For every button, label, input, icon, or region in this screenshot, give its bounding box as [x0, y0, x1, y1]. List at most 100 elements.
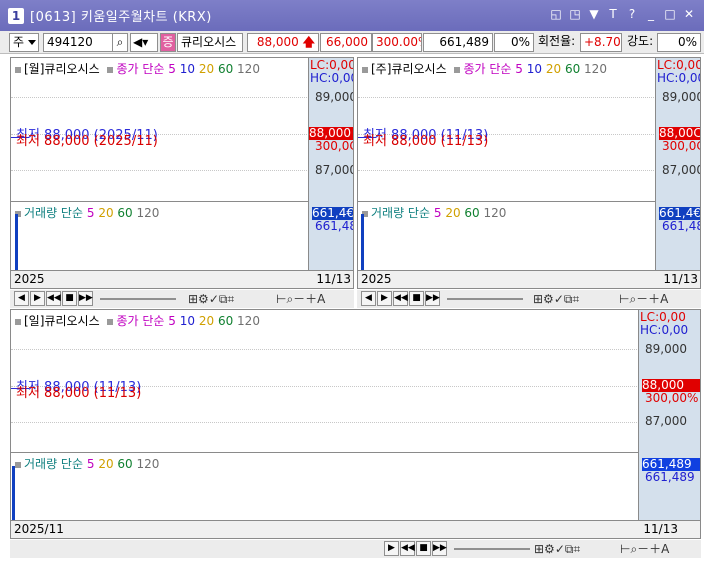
daily-volume-legend: 거래량 단순 5 20 60 120: [15, 455, 159, 472]
rewind-button[interactable]: ◀◀: [400, 541, 415, 556]
fast-forward-button[interactable]: ▶▶: [78, 291, 93, 306]
chart-tools-icon[interactable]: ⊞⚙✓⧉⌗: [534, 541, 580, 557]
vol-ma120: 120: [483, 206, 507, 220]
maximize-icon[interactable]: □: [663, 7, 677, 21]
stop-button[interactable]: ■: [416, 541, 431, 556]
monthly-chart-panel[interactable]: [월]큐리오시스 종가 단순 5 10 20 60 120 최저 88,000 …: [10, 57, 354, 289]
window-title: [0613] 키움일주월차트 (KRX): [30, 10, 212, 25]
ma20: 20: [545, 62, 562, 76]
zoom-tools-icon[interactable]: ⊢⌕－＋A: [619, 291, 668, 307]
low-price-annotation-shadow: 최저 88,000 (11/13): [16, 386, 142, 401]
stop-button[interactable]: ■: [62, 291, 77, 306]
scroll-left-button[interactable]: ◀: [14, 291, 29, 306]
close-icon[interactable]: ✕: [682, 7, 696, 21]
vol-ma5: 5: [86, 457, 95, 471]
legend-marker-icon: [15, 318, 21, 325]
vol-ma5: 5: [86, 206, 95, 220]
fast-forward-button[interactable]: ▶▶: [432, 541, 447, 556]
rewind-button[interactable]: ◀◀: [46, 291, 61, 306]
zoom-tools-icon[interactable]: ⊢⌕－＋A: [620, 541, 669, 557]
stock-code-input[interactable]: 494120: [43, 33, 113, 52]
volume-rate: 0%: [494, 33, 534, 52]
volume-tag-secondary: 661,489: [645, 470, 695, 484]
rate-tag: 300,00%: [645, 391, 699, 405]
strength-label: 강도:: [624, 33, 658, 52]
minimize-icon[interactable]: _: [644, 7, 658, 21]
monthly-volume-legend: 거래량 단순 5 20 60 120: [15, 204, 159, 221]
legend-marker-icon: [107, 318, 114, 325]
volume-label: 거래량 단순: [24, 206, 84, 220]
daily-chart-panel[interactable]: [일]큐리오시스 종가 단순 5 10 20 60 120 최저 88,000 …: [10, 309, 701, 539]
ma-label: 종가 단순: [116, 314, 165, 328]
current-price-value: 88,000: [256, 35, 299, 49]
play-button[interactable]: ▶: [384, 541, 399, 556]
toolbar: 주 494120 ⌕ ◀▾ 증 큐리오시스 88,000 🡅 66,000 30…: [0, 31, 704, 54]
play-button[interactable]: ▶: [377, 291, 392, 306]
grid-line: [358, 97, 654, 98]
ma120: 120: [237, 62, 260, 76]
volume-bar: [12, 466, 15, 520]
fast-forward-button[interactable]: ▶▶: [425, 291, 440, 306]
rate-tag: 300,0C: [315, 139, 354, 153]
price-axis: LC:0,00 HC:0,00 89,000 88,000 300,00% 87…: [638, 310, 700, 520]
rewind-button[interactable]: ◀◀: [393, 291, 408, 306]
up-arrow-icon: 🡅: [302, 35, 315, 49]
date-right: 11/13: [316, 272, 351, 286]
restore-window-icon[interactable]: ◱: [549, 7, 563, 21]
chart-tools-icon[interactable]: ⊞⚙✓⧉⌗: [188, 291, 234, 307]
vol-ma120: 120: [136, 206, 160, 220]
stop-button[interactable]: ■: [409, 291, 424, 306]
pane-divider: [11, 452, 639, 453]
period-select-value: 주: [13, 35, 25, 49]
grid-line: [358, 170, 654, 171]
pane-divider: [358, 201, 656, 202]
y-tick-high: 89,000: [645, 342, 687, 356]
font-icon[interactable]: T: [606, 7, 620, 21]
turnover-value: +8.70%: [580, 33, 622, 52]
grid-line: [11, 97, 307, 98]
vol-ma60: 60: [117, 457, 133, 471]
ma120: 120: [237, 314, 260, 328]
grid-line: [11, 349, 637, 350]
volume-bar: [361, 214, 364, 270]
ma5: 5: [168, 314, 176, 328]
hc-label: HC:0,00: [657, 71, 701, 85]
weekly-chart-panel[interactable]: [주]큐리오시스 종가 단순 5 10 20 60 120 최저 88,000 …: [357, 57, 701, 289]
play-button[interactable]: ▶: [30, 291, 45, 306]
date-left: 2025/11: [14, 522, 64, 536]
price-axis: LC:0,00 HC:0,00 89,000 88,000 300,0C 87,…: [308, 58, 354, 270]
volume-tag-secondary: 661,48C: [662, 219, 700, 233]
hc-label: HC:0,00: [640, 323, 689, 337]
chart-tools-icon[interactable]: ⊞⚙✓⧉⌗: [533, 291, 579, 307]
scroll-left-button[interactable]: ◀: [361, 291, 376, 306]
daily-navigation-bar: ▶ ◀◀ ■ ▶▶ ⊞⚙✓⧉⌗ ⊢⌕－＋A: [10, 540, 701, 558]
y-tick-low: 87,000: [662, 163, 701, 177]
period-select[interactable]: 주: [9, 33, 39, 52]
hc-label: HC:0,00: [310, 71, 354, 85]
daily-date-axis: 2025/11 11/13: [11, 520, 700, 538]
monthly-legend: [월]큐리오시스 종가 단순 5 10 20 60 120: [15, 60, 260, 77]
pin-icon[interactable]: ▼: [587, 7, 601, 21]
vol-ma60: 60: [117, 206, 133, 220]
help-icon[interactable]: ?: [625, 7, 639, 21]
ma-label: 종가 단순: [463, 62, 512, 76]
stock-name-field[interactable]: 큐리오시스: [177, 33, 243, 52]
ma-label: 종가 단순: [116, 62, 165, 76]
change-rate: 300.00%: [372, 33, 422, 52]
pane-divider: [11, 201, 309, 202]
price-change: 66,000: [320, 33, 372, 52]
zoom-tools-icon[interactable]: ⊢⌕－＋A: [276, 291, 325, 307]
speaker-icon[interactable]: ◀▾: [130, 33, 158, 52]
zoom-slider[interactable]: [100, 298, 176, 300]
date-left: 2025: [361, 272, 392, 286]
zoom-slider[interactable]: [454, 548, 530, 550]
vol-ma20: 20: [98, 457, 114, 471]
zoom-slider[interactable]: [447, 298, 523, 300]
grid-line: [11, 170, 307, 171]
volume-bar: [15, 214, 18, 270]
current-price: 88,000 🡅: [247, 33, 319, 52]
copy-window-icon[interactable]: ◳: [568, 7, 582, 21]
monthly-date-axis: 2025 11/13: [11, 270, 353, 288]
window-number-badge: 1: [8, 7, 24, 24]
search-icon[interactable]: ⌕: [112, 33, 128, 52]
